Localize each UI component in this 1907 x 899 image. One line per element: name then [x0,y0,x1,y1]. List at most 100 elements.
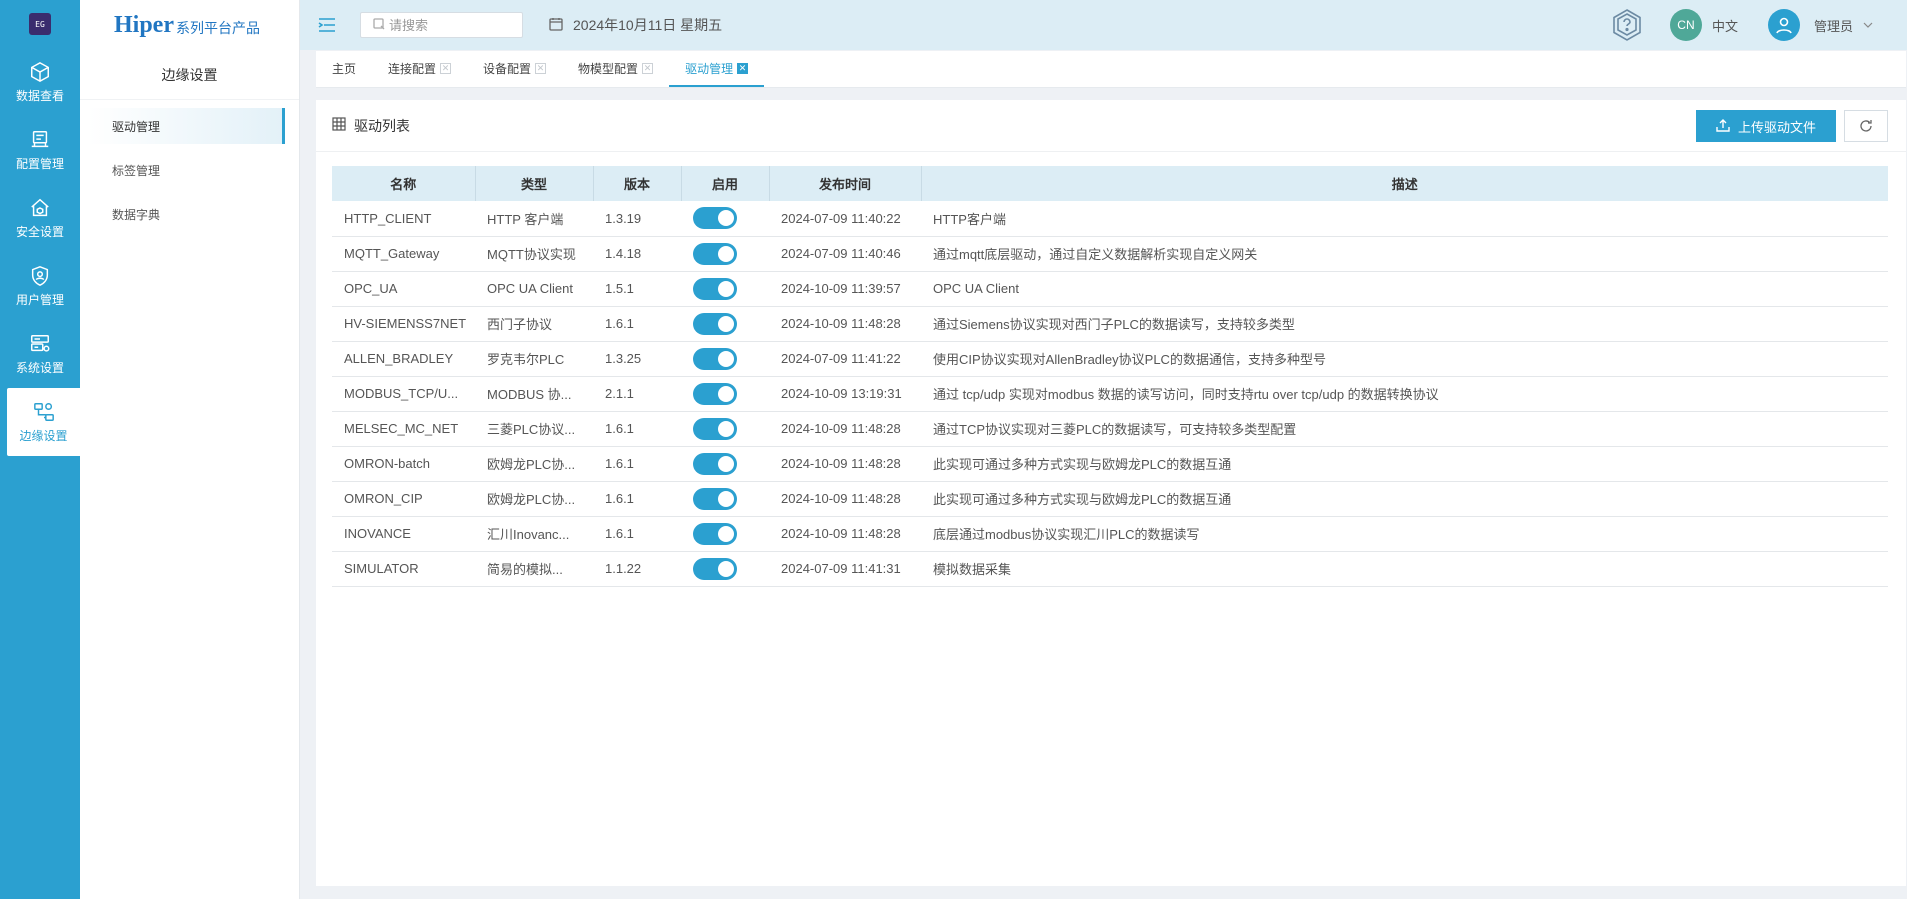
enabled-toggle[interactable] [693,277,737,300]
rail-item-system[interactable]: 系统设置 [0,320,80,388]
subnav-item-tag-management[interactable]: 标签管理 [88,152,285,188]
cell-version: 1.1.22 [593,551,681,587]
rail-item-config[interactable]: 配置管理 [0,116,80,184]
cell-name: ALLEN_BRADLEY [332,341,475,377]
language-switcher[interactable]: CN 中文 [1669,9,1738,41]
table-body: HTTP_CLIENT HTTP 客户端 1.3.19 2024-07-09 11:4… [332,201,1888,587]
cell-enabled [681,376,769,412]
cell-enabled [681,446,769,482]
cube-icon [31,61,49,82]
brand-logo[interactable]: Hiper 系列平台产品 [80,0,299,50]
cell-name: INOVANCE [332,516,475,552]
cell-name: SIMULATOR [332,551,475,587]
table-row[interactable]: HV-SIEMENSS7NET 西门子协议 1.6.1 2024-10-09 11:4… [332,306,1888,342]
language-label: 中文 [1711,18,1738,34]
column-header-type[interactable]: 类型 [475,166,594,201]
close-icon[interactable]: ✕ [737,63,749,74]
cell-version: 1.4.18 [593,236,681,272]
cell-description: 通过Siemens协议实现对西门子PLC的数据读写，支持较多类型 [921,306,1888,342]
subnav-item-data-dictionary[interactable]: 数据字典 [88,196,285,232]
rail-item-users[interactable]: 用户管理 [0,252,80,320]
column-header-publish-time[interactable]: 发布时间 [769,166,922,201]
table-row[interactable]: OMRON_CIP 欧姆龙PLC协... 1.6.1 2024-10-09 11:48… [332,481,1888,517]
rail-item-data-view[interactable]: 数据查看 [0,48,80,116]
table-row[interactable]: OMRON-batch 欧姆龙PLC协... 1.6.1 2024-10-09 11:… [332,446,1888,482]
column-header-enabled[interactable]: 启用 [681,166,770,201]
close-icon[interactable]: ✕ [535,63,547,74]
enabled-toggle[interactable] [693,452,737,475]
column-header-name[interactable]: 名称 [332,166,476,201]
cell-name: HTTP_CLIENT [332,201,475,237]
rail-item-edge[interactable]: 边缘设置 [7,388,80,456]
tab-label: 驱动管理 [685,62,734,76]
table-row[interactable]: HTTP_CLIENT HTTP 客户端 1.3.19 2024-07-09 11:4… [332,201,1888,237]
column-header-version[interactable]: 版本 [593,166,682,201]
cell-enabled [681,306,769,342]
search-icon [373,17,385,33]
table-row[interactable]: MELSEC_MC_NET 三菱PLC协议... 1.6.1 2024-10-09 1… [332,411,1888,447]
cell-enabled [681,201,769,237]
rail-item-label: 安全设置 [15,224,64,239]
enabled-toggle[interactable] [693,207,737,230]
cell-version: 1.6.1 [593,306,681,342]
cell-description: 使用CIP协议实现对AllenBradley协议PLC的数据通信，支持多种型号 [921,341,1888,377]
app-logo[interactable]: EG [0,0,80,48]
close-icon[interactable]: ✕ [642,63,654,74]
cell-enabled [681,551,769,587]
user-icon [1776,17,1792,34]
enabled-toggle[interactable] [693,417,737,440]
table-row[interactable]: MODBUS_TCP/U... MODBUS 协... 2.1.1 2024-10-0… [332,376,1888,412]
language-badge: CN [1669,9,1702,41]
tab-home[interactable]: 主页 [316,50,372,87]
cell-description: 底层通过modbus协议实现汇川PLC的数据读写 [921,516,1888,552]
enabled-toggle[interactable] [693,382,737,405]
search-input[interactable] [389,17,509,33]
column-header-description[interactable]: 描述 [921,166,1888,201]
brand-subtitle: 系列平台产品 [176,20,260,36]
user-name: 管理员 [1813,18,1853,34]
tab-label: 设备配置 [483,62,532,76]
table-row[interactable]: INOVANCE 汇川Inovanc... 1.6.1 2024-10-09 11:4… [332,516,1888,552]
upload-driver-button[interactable]: 上传驱动文件 [1696,110,1836,142]
tab-label: 物模型配置 [578,62,639,76]
table-row[interactable]: MQTT_Gateway MQTT协议实现 1.4.18 2024-07-09 11:… [332,236,1888,272]
enabled-toggle[interactable] [693,242,737,265]
tab-thing-model-config[interactable]: 物模型配置 ✕ [562,50,669,87]
cell-name: MELSEC_MC_NET [332,411,475,447]
enabled-toggle[interactable] [693,487,737,510]
cell-version: 1.5.1 [593,271,681,307]
table-row[interactable]: SIMULATOR 简易的模拟... 1.1.22 2024-07-09 11:41:… [332,551,1888,587]
refresh-button[interactable] [1844,110,1888,142]
cell-description: 通过mqtt底层驱动，通过自定义数据解析实现自定义网关 [921,236,1888,272]
upload-icon [1716,118,1730,135]
enabled-toggle[interactable] [693,312,737,335]
help-icon[interactable] [1610,8,1644,42]
tab-device-config[interactable]: 设备配置 ✕ [467,50,562,87]
table-row[interactable]: OPC_UA OPC UA Client 1.5.1 2024-10-09 11:39… [332,271,1888,307]
cell-type: 罗克韦尔PLC [475,341,593,377]
cell-name: MQTT_Gateway [332,236,475,272]
driver-table: 名称 类型 版本 启用 发布时间 描述 HTTP_CLIENT HTTP 客户端 1… [332,166,1888,587]
tab-driver-management[interactable]: 驱动管理 ✕ [669,50,765,87]
tab-connection-config[interactable]: 连接配置 ✕ [372,50,467,87]
enabled-toggle[interactable] [693,347,737,370]
table-header-row: 名称 类型 版本 启用 发布时间 描述 [332,166,1888,201]
subnav-item-driver-management[interactable]: 驱动管理 [88,108,285,144]
enabled-toggle[interactable] [693,522,737,545]
rail-item-security[interactable]: 安全设置 [0,184,80,252]
tab-label: 主页 [332,62,357,76]
user-menu[interactable]: 管理员 [1767,9,1873,41]
cell-version: 2.1.1 [593,376,681,412]
cell-type: MQTT协议实现 [475,236,593,272]
top-header: 2024年10月11日 星期五 CN 中文 管理员 [300,0,1907,50]
enabled-toggle[interactable] [693,557,737,580]
cell-description: 此实现可通过多种方式实现与欧姆龙PLC的数据互通 [921,481,1888,517]
table-row[interactable]: ALLEN_BRADLEY 罗克韦尔PLC 1.3.25 2024-07-09 11:… [332,341,1888,377]
cell-publish-time: 2024-10-09 11:48:28 [769,411,921,447]
menu-toggle-icon[interactable] [318,18,336,32]
search-box[interactable] [360,12,523,38]
close-icon[interactable]: ✕ [440,63,452,74]
calendar-icon [549,17,563,34]
page-tabs: 主页 连接配置 ✕ 设备配置 ✕ 物模型配置 ✕ 驱动管理 ✕ [316,51,1906,88]
cell-name: MODBUS_TCP/U... [332,376,475,412]
